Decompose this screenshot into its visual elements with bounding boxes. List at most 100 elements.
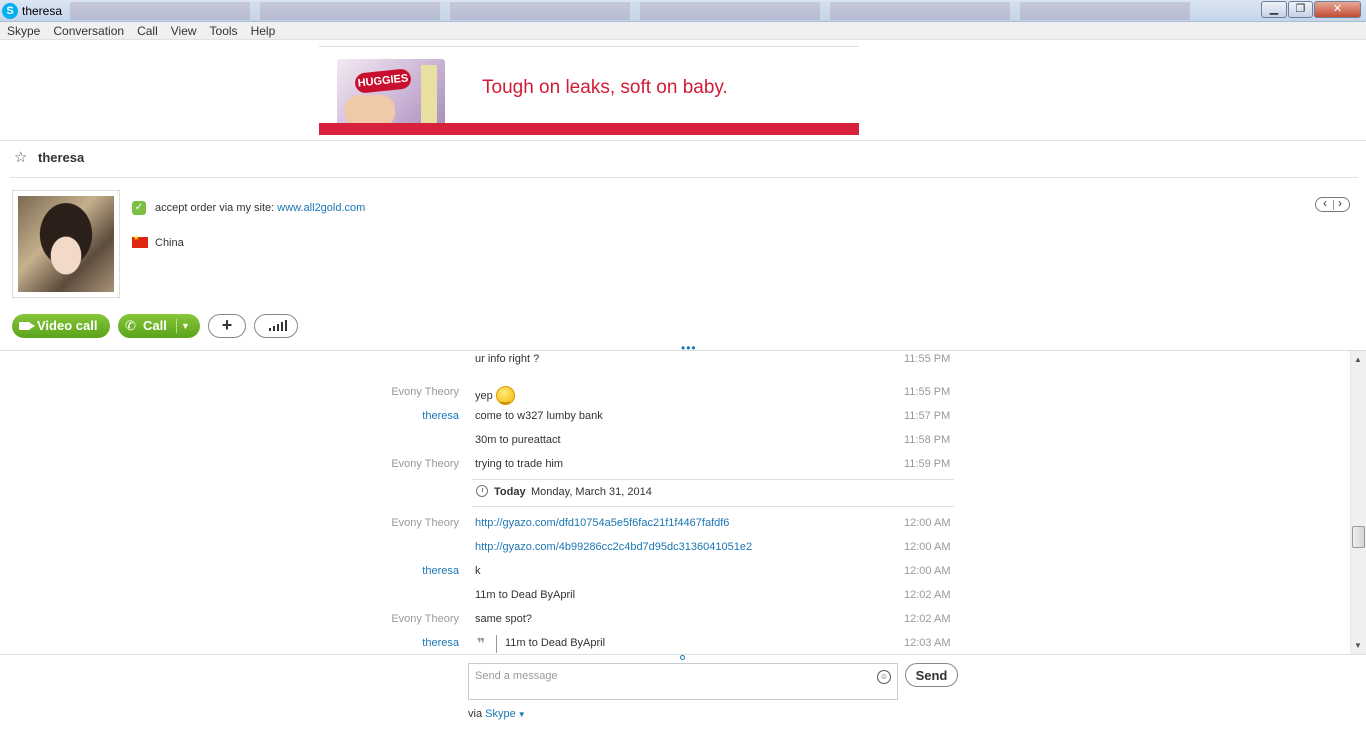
mood-text: accept order via my site: — [155, 202, 278, 214]
profile-nav-arrows: ‹ › — [1315, 196, 1350, 212]
scroll-thumb[interactable] — [1352, 526, 1365, 548]
date-separator: Today Monday, March 31, 2014 — [472, 479, 954, 507]
video-camera-icon — [19, 322, 35, 330]
message-sender[interactable]: Evony Theory — [391, 517, 459, 529]
menu-conversation[interactable]: Conversation — [46, 22, 130, 38]
conversation-scrollbar[interactable]: ▲ ▼ — [1350, 351, 1366, 654]
quote-icon: ❞ — [477, 635, 486, 651]
ad-brand-logo: HUGGIES — [354, 68, 412, 94]
window-title: theresa — [22, 4, 63, 18]
message-row: theresa ❞ 11m to Dead ByApril 12:03 AM — [0, 633, 1000, 653]
message-text: yep — [475, 390, 493, 402]
signal-bar — [277, 324, 279, 331]
message-row: Evony Theory yep 11:55 PM — [0, 382, 1000, 405]
divider — [0, 140, 1366, 141]
signal-bar — [281, 322, 283, 331]
chevron-down-icon[interactable]: ▼ — [518, 710, 526, 719]
message-text: 11m to Dead ByApril — [475, 589, 576, 601]
conversation-history[interactable]: ur info right ? 11:55 PM Evony Theory ye… — [0, 351, 1350, 654]
menu-bar: Skype Conversation Call View Tools Help — [0, 22, 1366, 40]
message-time: 12:03 AM — [904, 637, 951, 649]
message-input[interactable] — [475, 668, 865, 684]
message-link[interactable]: http://gyazo.com/4b99286cc2c4bd7d95dc313… — [475, 541, 752, 553]
message-row: Evony Theory http://gyazo.com/dfd10754a5… — [0, 513, 1000, 533]
message-time: 12:00 AM — [904, 517, 951, 529]
message-text: same spot? — [475, 613, 532, 625]
add-people-button[interactable]: + — [208, 314, 246, 338]
message-time: 11:59 PM — [904, 458, 951, 470]
message-text: come to w327 lumby bank — [475, 410, 603, 422]
menu-help[interactable]: Help — [244, 22, 282, 38]
contact-name-heading: theresa — [38, 150, 85, 165]
menu-tools[interactable]: Tools — [203, 22, 244, 38]
ad-product-image: HUGGIES — [337, 59, 445, 131]
message-row: theresa come to w327 lumby bank 11:57 PM — [0, 406, 1000, 426]
emoticon-picker-icon[interactable]: ☺ — [877, 670, 891, 684]
video-call-button[interactable]: Video call — [12, 314, 110, 338]
message-time: 11:55 PM — [904, 386, 951, 398]
message-sender[interactable]: Evony Theory — [391, 458, 459, 470]
arrow-divider — [1333, 200, 1334, 210]
message-time: 12:02 AM — [904, 589, 951, 601]
message-time: 11:58 PM — [904, 434, 951, 446]
menu-view[interactable]: View — [164, 22, 203, 38]
message-sender[interactable]: Evony Theory — [391, 386, 459, 398]
phone-icon: ✆ — [125, 318, 136, 333]
title-bar: S theresa ▁ ❐ ✕ — [0, 0, 1366, 22]
call-label: Call — [143, 318, 167, 333]
ad-footer-bar — [319, 123, 859, 135]
message-row: ur info right ? 11:55 PM — [0, 351, 1000, 369]
favorite-star-icon[interactable]: ☆ — [14, 148, 27, 166]
china-flag-icon — [132, 234, 148, 248]
signal-bar — [285, 320, 287, 331]
ad-banner[interactable]: HUGGIES Tough on leaks, soft on baby. — [319, 46, 859, 135]
message-sender[interactable]: theresa — [422, 565, 459, 577]
message-sender[interactable]: Evony Theory — [391, 613, 459, 625]
message-row: http://gyazo.com/4b99286cc2c4bd7d95dc313… — [0, 537, 1000, 557]
signal-bar — [269, 328, 271, 331]
maximize-button[interactable]: ❐ — [1288, 1, 1313, 18]
chevron-left-icon[interactable]: ‹ — [1323, 196, 1327, 210]
quote-bar — [496, 635, 497, 653]
close-button[interactable]: ✕ — [1314, 1, 1361, 18]
contact-avatar[interactable] — [12, 190, 120, 298]
menu-skype[interactable]: Skype — [0, 22, 46, 38]
message-text: trying to trade him — [475, 458, 564, 470]
send-button[interactable]: Send — [905, 663, 958, 687]
via-selector: via Skype ▼ — [468, 708, 526, 720]
date-label: Monday, March 31, 2014 — [531, 486, 652, 498]
mood-message: accept order via my site: www.all2gold.c… — [155, 202, 365, 214]
message-time: 11:57 PM — [904, 410, 951, 422]
skype-icon: S — [2, 3, 18, 19]
ad-box-side — [421, 65, 437, 125]
message-row: 11m to Dead ByApril 12:02 AM — [0, 585, 1000, 605]
minimize-button[interactable]: ▁ — [1261, 1, 1287, 18]
message-link[interactable]: http://gyazo.com/dfd10754a5e5f6fac21f1f4… — [475, 517, 729, 529]
ad-tagline: Tough on leaks, soft on baby. — [482, 77, 728, 98]
chevron-right-icon[interactable]: › — [1338, 196, 1342, 210]
mood-link[interactable]: www.all2gold.com — [277, 202, 365, 214]
message-text: ur info right ? — [475, 353, 540, 365]
avatar-photo — [18, 196, 114, 292]
clock-icon — [476, 485, 488, 497]
chevron-down-icon[interactable]: ▼ — [181, 314, 190, 338]
compose-box[interactable]: ☺ — [468, 663, 898, 700]
message-sender[interactable]: theresa — [422, 410, 459, 422]
menu-call[interactable]: Call — [130, 22, 164, 38]
message-row: 30m to pureattact 11:58 PM — [0, 430, 1000, 450]
call-quality-button[interactable] — [254, 314, 298, 338]
signal-bar — [273, 326, 275, 331]
scroll-up-icon[interactable]: ▲ — [1354, 355, 1362, 364]
typing-indicator-icon — [680, 655, 685, 660]
background-taskbar-tabs — [70, 2, 1190, 20]
via-prefix: via — [468, 708, 486, 720]
message-row: Evony Theory same spot? 12:02 AM — [0, 609, 1000, 629]
quoted-text: 11m to Dead ByApril — [505, 637, 606, 649]
message-row: Evony Theory trying to trade him 11:59 P… — [0, 454, 1000, 474]
via-service-link[interactable]: Skype — [485, 708, 516, 720]
video-call-label: Video call — [37, 318, 98, 333]
online-status-icon: ✓ — [132, 201, 146, 215]
scroll-down-icon[interactable]: ▼ — [1354, 641, 1362, 650]
call-button[interactable]: ✆ Call ▼ — [118, 314, 200, 338]
message-sender[interactable]: theresa — [422, 637, 459, 649]
